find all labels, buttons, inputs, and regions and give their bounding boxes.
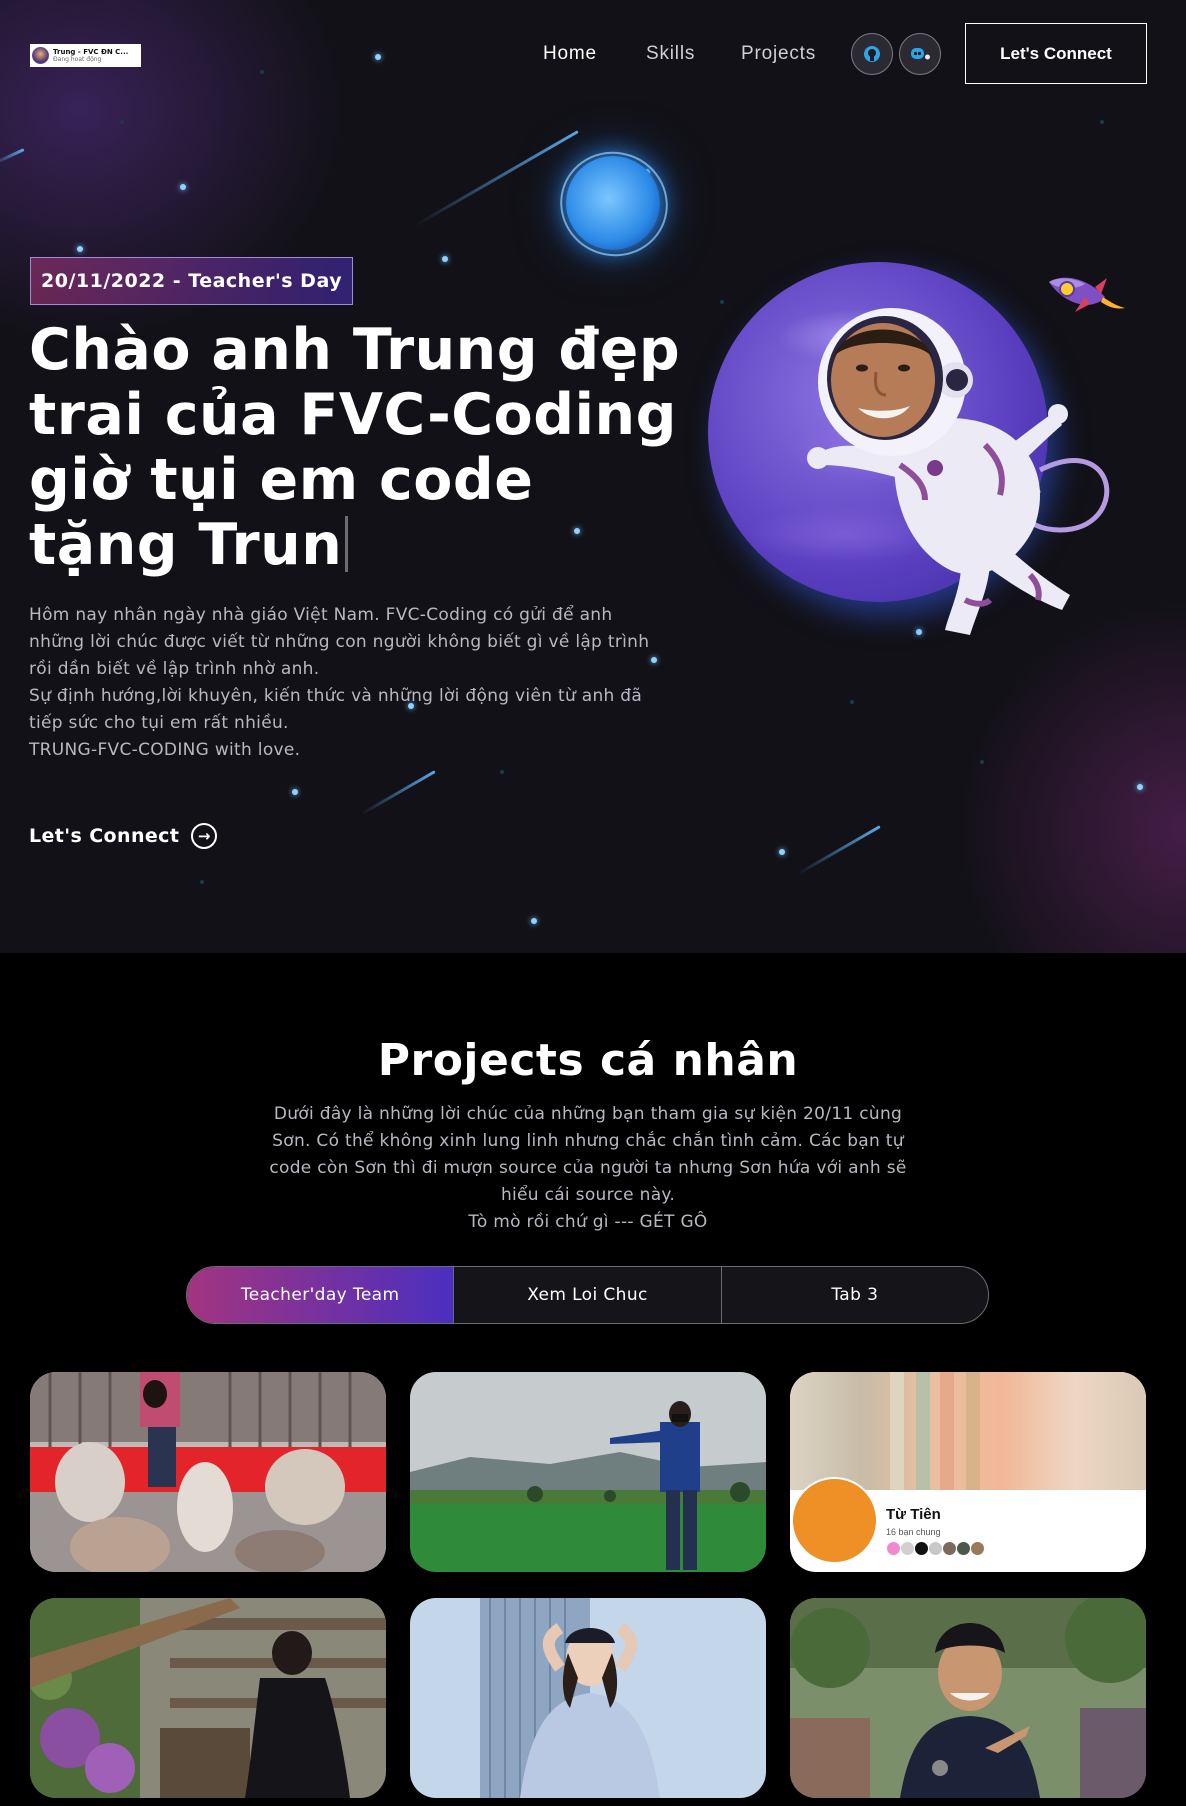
hero-section: Trung - FVC ĐN C... Đang hoạt động Home … (0, 0, 1186, 953)
friend-avatar (928, 1541, 943, 1556)
friend-avatar (886, 1541, 901, 1556)
meteor (360, 770, 436, 816)
friend-avatar (956, 1541, 971, 1556)
friend-avatar (970, 1541, 985, 1556)
project-tabs: Teacher'day Team Xem Loi Chuc Tab 3 (186, 1266, 989, 1324)
boy-photo (790, 1598, 1146, 1798)
star (720, 300, 724, 304)
girl-photo (410, 1598, 766, 1798)
profile-name: Từ Tiên (886, 1506, 941, 1523)
projects-description-text: Dưới đây là những lời chúc của những bạn… (269, 1104, 907, 1205)
meteor (796, 825, 881, 876)
star (120, 120, 124, 124)
github-button[interactable] (851, 33, 893, 75)
projects-description-line2: Tò mò rồi chứ gì --- GÉT GÔ (468, 1212, 708, 1232)
nav-projects-link[interactable]: Projects (741, 43, 816, 65)
logo-text: Trung - FVC ĐN C... Đang hoạt động (53, 48, 128, 64)
star (77, 246, 83, 252)
field-photo (410, 1372, 766, 1572)
star (850, 700, 854, 704)
astronaut-illustration (807, 308, 1110, 635)
project-card-profile[interactable]: Từ Tiên 16 bạn chung (790, 1372, 1146, 1572)
star (500, 770, 504, 774)
star (180, 184, 186, 190)
meteor (0, 148, 25, 166)
project-card-girl[interactable] (410, 1598, 766, 1798)
blue-orb-planet (566, 156, 660, 250)
project-card-garden[interactable] (30, 1598, 386, 1798)
star (779, 849, 785, 855)
typing-cursor (345, 516, 349, 572)
nav-home-link[interactable]: Home (543, 43, 597, 65)
cover-stripe (966, 1372, 980, 1490)
star (531, 918, 537, 924)
dogs-photo (30, 1372, 386, 1572)
profile-mutual-friends: 16 bạn chung (886, 1527, 941, 1537)
friend-avatar (942, 1541, 957, 1556)
cover-stripe (890, 1372, 904, 1490)
tab-3[interactable]: Tab 3 (722, 1267, 988, 1323)
project-card-dogs[interactable] (30, 1372, 386, 1572)
hero-connect-label: Let's Connect (29, 825, 180, 847)
tab-xem-loi-chuc[interactable]: Xem Loi Chuc (454, 1267, 722, 1323)
meteor (412, 130, 579, 228)
friend-avatar (900, 1541, 915, 1556)
star (292, 789, 298, 795)
logo-status: Đang hoạt động (53, 55, 102, 63)
logo-avatar (32, 47, 49, 64)
lets-connect-button[interactable]: Let's Connect (965, 23, 1147, 84)
star (200, 880, 204, 884)
profile-cover-photo (790, 1372, 1146, 1490)
projects-title: Projects cá nhân (377, 1035, 799, 1086)
star (1100, 120, 1104, 124)
navbar: Trung - FVC ĐN C... Đang hoạt động Home … (0, 0, 1186, 108)
hero-title-text: Chào anh Trung đẹp trai của FVC-Coding g… (29, 317, 681, 578)
friend-avatar (914, 1541, 929, 1556)
projects-description: Dưới đây là những lời chúc của những bạn… (268, 1101, 908, 1236)
star (980, 760, 984, 764)
discord-icon (911, 48, 930, 60)
tab-teachers-day-team[interactable]: Teacher'day Team (187, 1267, 455, 1323)
hero-title: Chào anh Trung đẹp trai của FVC-Coding g… (29, 318, 689, 578)
hero-description: Hôm nay nhân ngày nhà giáo Việt Nam. FVC… (29, 605, 650, 760)
tagline-badge: 20/11/2022 - Teacher's Day (30, 257, 354, 305)
project-card-boy[interactable] (790, 1598, 1146, 1798)
project-card-field[interactable] (410, 1372, 766, 1572)
logo[interactable]: Trung - FVC ĐN C... Đang hoạt động (30, 44, 141, 67)
star (442, 256, 448, 262)
logo-name: Trung - FVC ĐN C... (53, 47, 129, 56)
discord-button[interactable] (899, 33, 941, 75)
garden-photo (30, 1598, 386, 1798)
mutual-friend-avatars (886, 1541, 985, 1556)
rocket-illustration (1049, 277, 1125, 312)
arrow-right-circle-icon: → (191, 823, 218, 849)
cover-stripe (916, 1372, 930, 1490)
github-icon (864, 46, 880, 62)
nav-skills-link[interactable]: Skills (646, 43, 695, 65)
hero-connect-link[interactable]: Let's Connect → (29, 823, 218, 849)
projects-section: Projects cá nhân Dưới đây là những lời c… (0, 953, 1186, 1806)
cover-stripe (940, 1372, 954, 1490)
profile-avatar (791, 1477, 878, 1564)
star (1137, 784, 1143, 790)
